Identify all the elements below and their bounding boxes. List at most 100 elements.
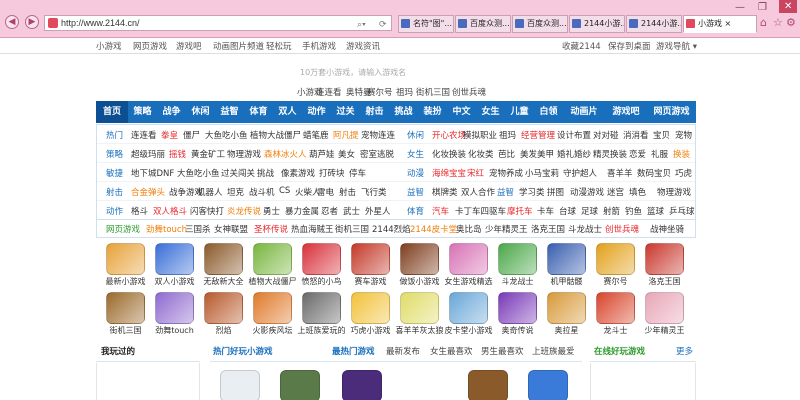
refresh-icon[interactable]: ⟳ <box>379 17 387 31</box>
cat-link[interactable]: 打砖块 <box>319 167 345 179</box>
game-thumbnail[interactable] <box>106 292 145 324</box>
game-label[interactable]: 植物大战僵尸 <box>245 276 300 287</box>
row-head[interactable]: 射击 <box>106 186 123 198</box>
cat-link[interactable]: 喜羊羊 <box>607 167 633 179</box>
game-thumbnail[interactable] <box>204 243 243 275</box>
game-thumbnail[interactable] <box>449 243 488 275</box>
game-tile[interactable]: 洛克王国 <box>641 240 688 287</box>
cat-link[interactable]: 礼服 <box>651 148 668 160</box>
row-subhead[interactable]: 休闲 <box>407 129 424 141</box>
cat-link[interactable]: 宝贝 <box>653 129 670 141</box>
cat-link[interactable]: 停车 <box>349 167 366 179</box>
toplink-anime[interactable]: 动画图片频道 <box>213 40 264 52</box>
more-link[interactable]: 更多 <box>676 345 693 361</box>
tab-4[interactable]: 2144小游... <box>569 15 625 33</box>
game-label[interactable]: 街机三国 <box>98 325 153 336</box>
cat-link[interactable]: 填色 <box>629 186 646 198</box>
web-game-link[interactable]: 2144烈焰 <box>372 223 411 235</box>
game-label[interactable]: 机甲骷髅 <box>539 276 594 287</box>
search-input[interactable]: 10万套小游戏，请输入游戏名 <box>300 67 500 79</box>
minimize-button[interactable]: — <box>735 2 745 13</box>
game-thumbnail[interactable] <box>204 292 243 324</box>
game-label[interactable]: 巧虎小游戏 <box>343 325 398 336</box>
cat-link[interactable]: 小马宝莉 <box>525 167 559 179</box>
cat-link[interactable]: 挑战 <box>257 167 274 179</box>
nav-two-player[interactable]: 双人 <box>273 101 302 123</box>
toplink-small-games[interactable]: 小游戏 <box>96 40 122 52</box>
cat-link[interactable]: 坦克 <box>227 186 244 198</box>
game-tile[interactable]: 奥拉星 <box>543 289 590 336</box>
game-label[interactable]: 女生游戏精选 <box>441 276 496 287</box>
cat-link[interactable]: 对对碰 <box>593 129 619 141</box>
cat-link[interactable]: 宋红 <box>467 167 484 179</box>
cat-link[interactable]: 闪客快打 <box>190 205 224 217</box>
row-head[interactable]: 敏捷 <box>106 167 123 179</box>
game-thumbnail[interactable] <box>645 292 684 324</box>
row-head[interactable]: 热门 <box>106 129 123 141</box>
cat-link[interactable]: 守护超人 <box>563 167 597 179</box>
nav-casual[interactable]: 休闲 <box>186 101 215 123</box>
game-tile[interactable]: 烈焰 <box>200 289 247 336</box>
cat-link[interactable]: 开心农场 <box>432 129 466 141</box>
maximize-button[interactable]: ❐ <box>758 2 767 13</box>
row-subhead[interactable]: 体育 <box>407 205 424 217</box>
game-tile[interactable]: 机甲骷髅 <box>543 240 590 287</box>
game-thumb-doctor[interactable] <box>220 370 260 400</box>
game-thumbnail[interactable] <box>351 243 390 275</box>
web-game-link[interactable]: 热血海贼王 <box>291 223 334 235</box>
cat-link[interactable]: 巧虎 <box>675 167 692 179</box>
cat-link[interactable]: 过关闯关 <box>221 167 255 179</box>
cat-link[interactable]: 战斗机 <box>249 186 275 198</box>
cat-link[interactable]: 恋爱 <box>629 148 646 160</box>
tab-2[interactable]: 百度众测... <box>455 15 511 33</box>
nav-girls[interactable]: 女生 <box>476 101 505 123</box>
cat-link[interactable]: 钓鱼 <box>625 205 642 217</box>
game-thumbnail[interactable] <box>400 243 439 275</box>
game-thumbnail[interactable] <box>547 292 586 324</box>
hot-word[interactable]: 祖玛 <box>396 86 413 98</box>
game-label[interactable]: 劲舞touch <box>147 325 202 336</box>
game-label[interactable]: 赛车游戏 <box>343 276 398 287</box>
nav-challenge[interactable]: 挑战 <box>389 101 418 123</box>
tab-1[interactable]: 名符"图"... <box>398 15 454 33</box>
game-tile[interactable]: 街机三国 <box>102 289 149 336</box>
game-label[interactable]: 赛尔号 <box>588 276 643 287</box>
cat-link[interactable]: 设计布置 <box>557 129 591 141</box>
game-tile[interactable]: 双人小游戏 <box>151 240 198 287</box>
cat-link[interactable]: 芭比 <box>498 148 515 160</box>
cat-link[interactable]: 汽车 <box>432 205 449 217</box>
cat-link[interactable]: 婚礼婚纱 <box>557 148 591 160</box>
cat-link[interactable]: 模拟职业 <box>463 129 497 141</box>
cat-link[interactable]: 卡车 <box>537 205 554 217</box>
game-thumbnail[interactable] <box>106 243 145 275</box>
nav-war[interactable]: 战争 <box>157 101 186 123</box>
address-bar[interactable]: http://www.2144.cn/ ⌕▾ ⟳ <box>44 15 392 31</box>
cat-link[interactable]: 阿凡提 <box>333 129 359 141</box>
game-thumbnail[interactable] <box>155 243 194 275</box>
cat-link[interactable]: 学习类 <box>519 186 545 198</box>
cat-link[interactable]: 数码宝贝 <box>637 167 671 179</box>
cat-link[interactable]: 迷宫 <box>607 186 624 198</box>
game-label[interactable]: 奥拉星 <box>539 325 594 336</box>
cat-link[interactable]: 像素游戏 <box>281 167 315 179</box>
row-subhead[interactable]: 益智 <box>407 186 424 198</box>
web-game-link[interactable]: 2144皮卡堂 <box>410 223 457 235</box>
cat-link[interactable]: 机器人 <box>197 186 223 198</box>
cat-link[interactable]: 僵尸 <box>183 129 200 141</box>
web-game-link[interactable]: 街机三国 <box>335 223 369 235</box>
hot-word[interactable]: 创世兵魂 <box>452 86 486 98</box>
cat-link[interactable]: 双人格斗 <box>153 205 187 217</box>
toplink-easy-play[interactable]: 轻松玩 <box>266 40 292 52</box>
game-tile[interactable]: 龙斗士 <box>592 289 639 336</box>
web-game-link[interactable]: 创世兵魂 <box>605 223 639 235</box>
game-label[interactable]: 愤怒的小鸟 <box>294 276 349 287</box>
game-thumbnail[interactable] <box>449 292 488 324</box>
nav-chinese[interactable]: 中文 <box>447 101 476 123</box>
back-icon[interactable]: ◀ <box>5 15 19 29</box>
cat-link[interactable]: 大鱼吃小鱼 <box>205 129 248 141</box>
cat-link[interactable]: 篮球 <box>647 205 664 217</box>
tab-hottest[interactable]: 最热门游戏 <box>332 345 375 361</box>
cat-link[interactable]: 暴力金属 <box>285 205 319 217</box>
game-label[interactable]: 洛克王国 <box>637 276 692 287</box>
cat-link[interactable]: 蜡笔鹿 <box>303 129 329 141</box>
